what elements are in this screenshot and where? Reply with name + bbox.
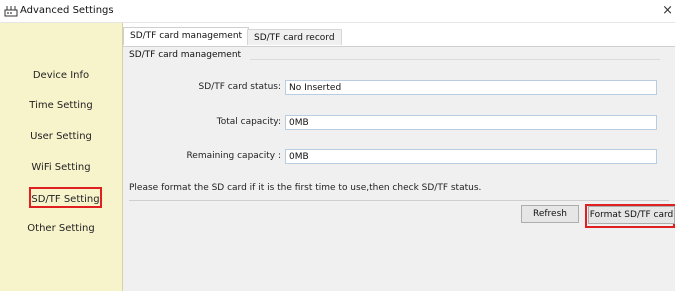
total-capacity-label: Total capacity: xyxy=(216,117,281,127)
sidebar-item-device-info[interactable]: Device Info xyxy=(0,70,122,81)
sidebar-item-wifi-setting[interactable]: WiFi Setting xyxy=(0,162,122,173)
window-title: Advanced Settings xyxy=(20,5,114,16)
title-bar: Advanced Settings × xyxy=(0,0,675,23)
main-content: SD/TF card management SD/TF card record … xyxy=(123,23,675,291)
refresh-button[interactable]: Refresh xyxy=(521,205,579,223)
total-capacity-field[interactable]: 0MB xyxy=(285,115,657,130)
section-title: SD/TF card management xyxy=(129,50,242,60)
tab-card-record[interactable]: SD/TF card record xyxy=(247,29,342,45)
card-status-label: SD/TF card status: xyxy=(198,82,281,92)
sidebar-item-time-setting[interactable]: Time Setting xyxy=(0,100,122,111)
section-divider xyxy=(250,59,660,60)
remaining-capacity-label: Remaining capacity : xyxy=(186,151,281,161)
sidebar-item-other-setting[interactable]: Other Setting xyxy=(0,223,122,234)
tab-card-management[interactable]: SD/TF card management xyxy=(123,27,250,45)
card-status-field[interactable]: No Inserted xyxy=(285,80,657,95)
sidebar: Device Info Time Setting User Setting Wi… xyxy=(0,23,123,291)
router-icon xyxy=(4,6,18,17)
close-icon[interactable]: × xyxy=(662,3,673,18)
format-instruction: Please format the SD card if it is the f… xyxy=(129,183,482,193)
button-divider xyxy=(129,200,669,201)
sidebar-item-sdtf-setting[interactable]: SD/TF Setting xyxy=(29,187,102,208)
remaining-capacity-field[interactable]: 0MB xyxy=(285,149,657,164)
sidebar-item-user-setting[interactable]: User Setting xyxy=(0,131,122,142)
format-sdtf-card-button[interactable]: Format SD/TF card xyxy=(588,206,675,224)
tab-bar: SD/TF card management SD/TF card record xyxy=(123,23,675,47)
